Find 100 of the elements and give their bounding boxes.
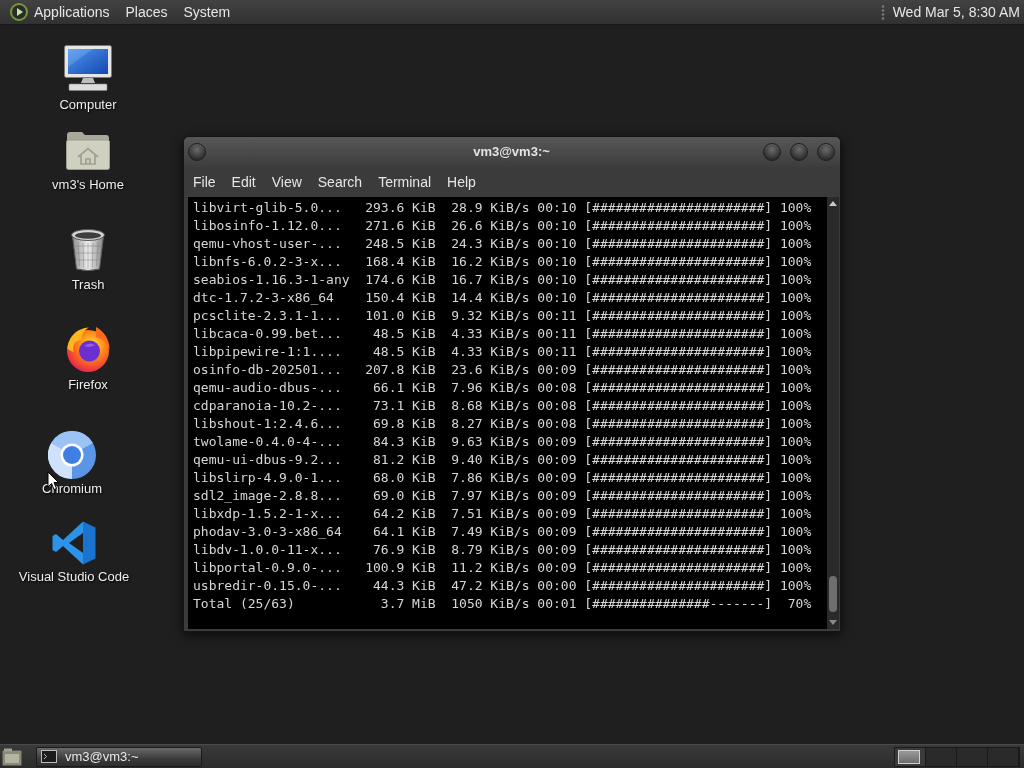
package-name: libdv-1.0.0-11-x...: [193, 541, 342, 559]
desktop-shortcut[interactable]: Visual Studio Code: [9, 521, 139, 584]
percent-text: 100%: [779, 199, 812, 217]
download-size: 84.3 KiB: [373, 433, 436, 451]
transfer-rate: 7.97 KiB/s: [451, 487, 530, 505]
desktop-shortcut[interactable]: Firefox: [23, 326, 153, 392]
download-size: 3.7 MiB: [380, 595, 436, 613]
trash-icon: [68, 228, 108, 272]
workspace-cell[interactable]: [988, 747, 1019, 766]
taskbar-button[interactable]: vm3@vm3:~: [36, 746, 202, 767]
elapsed-time: 00:01: [537, 595, 577, 613]
download-size: 248.5 KiB: [365, 235, 436, 253]
window-menu-button[interactable]: [188, 143, 206, 161]
panel-menu[interactable]: Applications: [2, 0, 118, 24]
download-size: 69.0 KiB: [373, 487, 436, 505]
transfer-rate: 28.9 KiB/s: [451, 199, 530, 217]
download-size: 66.1 KiB: [373, 379, 436, 397]
maximize-button[interactable]: [790, 143, 808, 161]
elapsed-time: 00:08: [537, 379, 577, 397]
download-size: 73.1 KiB: [373, 397, 436, 415]
transfer-rate: 8.68 KiB/s: [451, 397, 530, 415]
ring-logo-icon: [48, 431, 96, 479]
package-name: libshout-1:2.4.6...: [193, 415, 342, 433]
elapsed-time: 00:10: [537, 271, 577, 289]
panel-menu[interactable]: Places: [117, 0, 176, 24]
progress-text: [######################]: [584, 307, 773, 325]
panel-grip-icon[interactable]: [880, 4, 885, 20]
desktop-shortcut[interactable]: Chromium: [7, 431, 137, 496]
transfer-rate: 8.79 KiB/s: [451, 541, 530, 559]
elapsed-time: 00:10: [537, 289, 577, 307]
menu-item[interactable]: Terminal: [370, 175, 440, 189]
transfer-rate: 16.7 KiB/s: [451, 271, 530, 289]
percent-text: 100%: [779, 397, 812, 415]
elapsed-time: 00:08: [537, 415, 577, 433]
desktop-shortcut[interactable]: Trash: [23, 228, 153, 292]
scrollbar-thumb[interactable]: [829, 576, 837, 612]
progress-text: [######################]: [584, 541, 773, 559]
menu-item[interactable]: View: [263, 175, 310, 189]
clock[interactable]: Wed Mar 5, 8:30 AM: [892, 1, 1020, 23]
percent-text: 100%: [779, 289, 812, 307]
menu-item[interactable]: File: [185, 175, 224, 189]
progress-text: [######################]: [584, 397, 773, 415]
progress-text: [######################]: [584, 235, 773, 253]
close-button[interactable]: [817, 143, 835, 161]
progress-text: [######################]: [584, 433, 773, 451]
show-desktop-icon[interactable]: [2, 747, 22, 766]
workspace-cell[interactable]: [895, 747, 926, 766]
download-size: 64.2 KiB: [373, 505, 436, 523]
transfer-rate: 8.27 KiB/s: [451, 415, 530, 433]
elapsed-time: 00:09: [537, 469, 577, 487]
progress-text: [######################]: [584, 343, 773, 361]
scroll-down-icon[interactable]: [829, 620, 837, 625]
transfer-rate: 4.33 KiB/s: [451, 325, 530, 343]
transfer-rate: 16.2 KiB/s: [451, 253, 530, 271]
package-name: libxdp-1.5.2-1-x...: [193, 505, 342, 523]
percent-text: 100%: [779, 523, 812, 541]
percent-text: 70%: [787, 595, 812, 613]
percent-text: 100%: [779, 559, 812, 577]
scrollbar-track[interactable]: [827, 197, 839, 629]
transfer-rate: 24.3 KiB/s: [451, 235, 530, 253]
menu-item[interactable]: Search: [309, 175, 371, 189]
transfer-rate: 7.49 KiB/s: [451, 523, 530, 541]
elapsed-time: 00:09: [537, 451, 577, 469]
transfer-rate: 47.2 KiB/s: [451, 577, 530, 595]
desktop-shortcut[interactable]: vm3's Home: [23, 130, 153, 192]
workspace-cell[interactable]: [926, 747, 957, 766]
computer-icon: [63, 45, 113, 91]
percent-text: 100%: [779, 487, 812, 505]
progress-text: [######################]: [584, 469, 773, 487]
menu-item[interactable]: Edit: [223, 175, 264, 189]
progress-text: [######################]: [584, 577, 773, 595]
transfer-rate: 9.40 KiB/s: [451, 451, 530, 469]
scroll-up-icon[interactable]: [829, 201, 837, 206]
package-name: sdl2_image-2.8.8...: [193, 487, 342, 505]
progress-text: [######################]: [584, 451, 773, 469]
panel-menu[interactable]: System: [175, 0, 239, 24]
workspace-cell[interactable]: [957, 747, 988, 766]
package-name: libnfs-6.0.2-3-x...: [193, 253, 342, 271]
progress-text: [######################]: [584, 199, 773, 217]
percent-text: 100%: [779, 343, 812, 361]
package-name: seabios-1.16.3-1-any: [193, 271, 350, 289]
elapsed-time: 00:09: [537, 433, 577, 451]
menu-item[interactable]: Help: [439, 175, 484, 189]
elapsed-time: 00:09: [537, 487, 577, 505]
package-name: libpipewire-1:1....: [193, 343, 342, 361]
package-name: libslirp-4.9.0-1...: [193, 469, 342, 487]
percent-text: 100%: [779, 361, 812, 379]
transfer-rate: 9.63 KiB/s: [451, 433, 530, 451]
transfer-rate: 9.32 KiB/s: [451, 307, 530, 325]
package-name: osinfo-db-202501...: [193, 361, 342, 379]
transfer-rate: 26.6 KiB/s: [451, 217, 530, 235]
download-size: 81.2 KiB: [373, 451, 436, 469]
percent-text: 100%: [779, 469, 812, 487]
desktop-shortcut[interactable]: Computer: [23, 45, 153, 112]
elapsed-time: 00:09: [537, 361, 577, 379]
percent-text: 100%: [779, 217, 812, 235]
minimize-button[interactable]: [763, 143, 781, 161]
download-size: 76.9 KiB: [373, 541, 436, 559]
percent-text: 100%: [779, 271, 812, 289]
window-title: vm3@vm3:~: [473, 143, 550, 162]
